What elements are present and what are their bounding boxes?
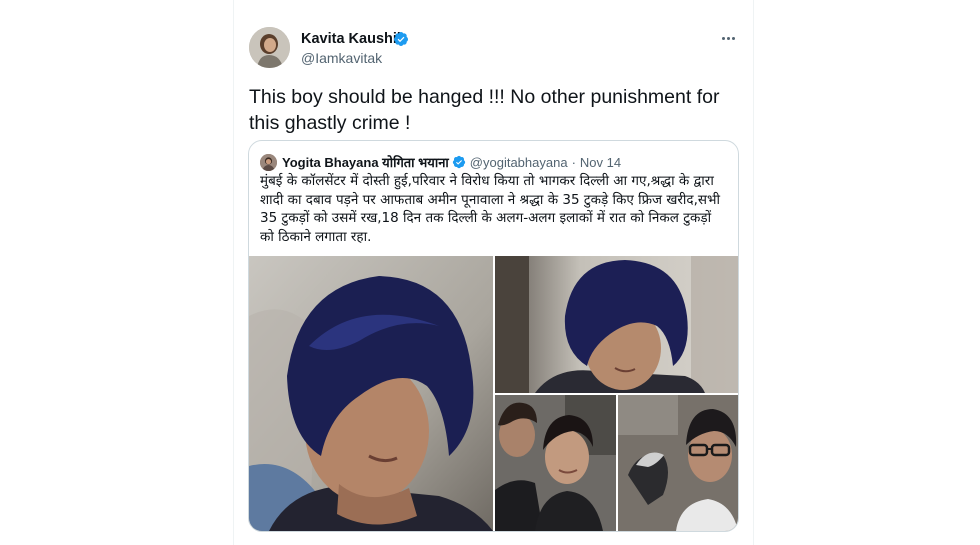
author-name[interactable]: Kavita Kaushik — [301, 31, 405, 47]
author-avatar[interactable] — [249, 27, 290, 68]
media-grid — [249, 256, 738, 531]
quoted-author-avatar[interactable] — [260, 153, 277, 171]
verified-badge-icon — [452, 155, 465, 169]
quoted-tweet-text: मुंबई के कॉलसेंटर में दोस्ती हुई,परिवार … — [260, 172, 732, 246]
quoted-tweet-header: Yogita Bhayana योगिता भयाना @yogitabhaya… — [260, 153, 621, 171]
quoted-text-line: को ठिकाने लगाता रहा. — [260, 228, 372, 245]
media-image-2[interactable] — [495, 256, 738, 393]
quoted-tweet-date[interactable]: Nov 14 — [580, 155, 621, 170]
tweet-text: This boy should be hanged !!! No other p… — [249, 84, 739, 136]
quoted-author-name[interactable]: Yogita Bhayana योगिता भयाना — [282, 153, 449, 171]
quoted-text-line: शादी का दबाव पड़ने पर आफताब अमीन पूनावाल… — [260, 191, 720, 208]
tweet-text-line: This boy should be hanged !!! No other p… — [249, 86, 720, 108]
media-image-4[interactable] — [618, 395, 738, 531]
quoted-text-line: 35 टुकड़ों को उसमें रख,18 दिन तक दिल्ली … — [260, 210, 712, 226]
quoted-text-line: मुंबई के कॉलसेंटर में दोस्ती हुई,परिवार … — [260, 173, 714, 189]
media-image-3[interactable] — [495, 395, 616, 531]
quoted-tweet-card[interactable]: Yogita Bhayana योगिता भयाना @yogitabhaya… — [248, 140, 739, 532]
quoted-author-handle[interactable]: @yogitabhayana — [470, 155, 568, 170]
tweet-text-line: this ghastly crime ! — [249, 112, 411, 134]
more-options-icon[interactable] — [716, 30, 740, 46]
author-handle[interactable]: @Iamkavitak — [301, 50, 382, 66]
media-image-1[interactable] — [249, 256, 493, 531]
separator-dot: · — [571, 154, 576, 170]
verified-badge-icon — [393, 32, 408, 46]
